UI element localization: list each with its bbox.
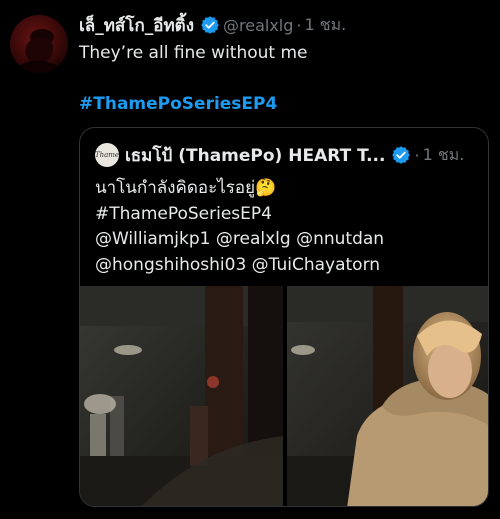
display-name[interactable]: เล็_ทส์โก_อีทติ้ง [79,12,194,39]
media-image-left[interactable] [80,286,283,506]
quoted-display-name[interactable]: เธมโป้ (ThamePo) HEART T... [125,142,385,169]
quoted-tweet-text: นาโนกำลังคิดอะไรอยู่🤔 #ThamePoSeriesEP4 … [95,176,384,278]
media-grid [80,286,488,506]
quoted-tweet[interactable]: Thame เธมโป้ (ThamePo) HEART T... · 1 ชม… [79,127,489,507]
user-avatar[interactable] [10,15,68,73]
tweet: เล็_ทส์โก_อีทติ้ง @realxlg · 1 ชม. They’… [0,0,500,519]
verified-badge-icon [391,145,411,165]
avatar-logo-text: Thame [95,151,119,159]
quoted-mentions-line[interactable]: @Williamjkp1 @realxlg @nnutdan [95,227,384,253]
separator-dot: · [296,15,302,35]
tweet-text: They’re all fine without me [79,43,308,63]
quoted-timestamp[interactable]: 1 ชม. [423,143,465,168]
hashtag-link[interactable]: #ThamePoSeriesEP4 [79,92,277,116]
quoted-hashtag[interactable]: #ThamePoSeriesEP4 [95,202,384,228]
verified-badge-icon [200,15,220,35]
quoted-text-line: นาโนกำลังคิดอะไรอยู่🤔 [95,178,277,198]
quoted-avatar[interactable]: Thame [95,143,119,167]
handle[interactable]: @realxlg [223,16,293,35]
tweet-header: เล็_ทส์โก_อีทติ้ง @realxlg · 1 ชม. [79,12,346,38]
timestamp[interactable]: 1 ชม. [304,13,346,38]
separator-dot: · [414,145,420,165]
quoted-tweet-header: Thame เธมโป้ (ThamePo) HEART T... · 1 ชม… [95,142,464,168]
media-image-right[interactable] [287,286,488,506]
quoted-mentions-line[interactable]: @hongshihoshi03 @TuiChayatorn [95,253,384,279]
